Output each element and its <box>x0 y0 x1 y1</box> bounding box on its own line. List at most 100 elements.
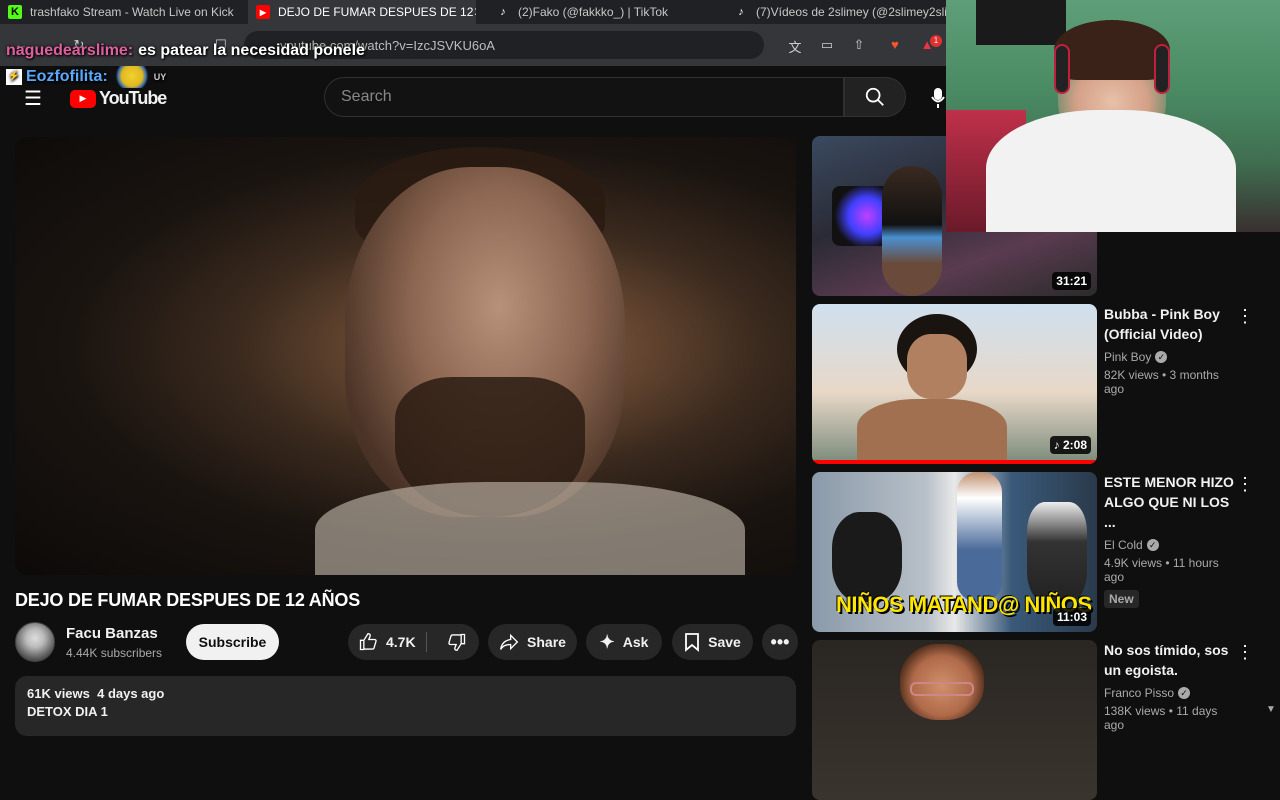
verified-icon: ✓ <box>1146 539 1159 551</box>
minion-emote <box>111 66 152 88</box>
video-duration: 31:21 <box>1052 272 1091 290</box>
recommendation-meta[interactable]: ESTE MENOR HIZO ALGO QUE NI LOS ... El C… <box>1104 472 1234 608</box>
recommendation-channel[interactable]: Franco Pisso <box>1104 686 1174 700</box>
wall-poster <box>976 0 1066 45</box>
new-badge: New <box>1104 590 1139 608</box>
streamer-shirt <box>986 110 1236 232</box>
chat-text: es patear la necesidad ponele <box>138 42 365 59</box>
sparkle-icon: ✦ <box>599 631 615 652</box>
ask-button[interactable]: ✦ Ask <box>586 624 662 660</box>
verified-icon: ✓ <box>1155 351 1168 363</box>
more-actions-button[interactable]: ••• <box>762 624 798 660</box>
watch-progress-bar <box>812 460 1097 464</box>
chat-message: naguedearslime: es patear la necesidad p… <box>6 40 460 62</box>
tiktok-icon: ♪ <box>738 6 744 18</box>
thumbnail-figure <box>832 512 902 602</box>
save-button[interactable]: Save <box>672 624 753 660</box>
brave-shield-icon[interactable]: ♥ <box>886 37 904 53</box>
streamer-hair <box>1054 20 1170 80</box>
recommendation-meta[interactable]: No sos tímido, sos un egoista. Franco Pi… <box>1104 640 1234 732</box>
search-icon <box>865 87 884 106</box>
subscribe-button[interactable]: Subscribe <box>186 624 279 660</box>
kick-icon: K <box>8 5 22 19</box>
tab-youtube[interactable]: ▶ DEJO DE FUMAR DESPUES DE 12 ✕ <box>248 0 476 24</box>
webcam-overlay <box>946 0 1280 232</box>
verified-icon: ✓ <box>1178 687 1191 699</box>
save-label: Save <box>708 634 741 650</box>
chat-flag-badge: UY <box>153 72 167 82</box>
duration-text: 2:08 <box>1062 438 1087 452</box>
recommendation-thumbnail[interactable]: NIÑOS MATAND@ NIÑOS 11:03 <box>812 472 1097 632</box>
chat-overlay: naguedearslime: es patear la necesidad p… <box>0 40 460 100</box>
thumbnail-glasses <box>910 682 974 696</box>
chat-username: naguedearslime: <box>6 42 134 59</box>
notification-badge: 1 <box>930 35 942 47</box>
ask-label: Ask <box>622 634 649 650</box>
video-title: DEJO DE FUMAR DESPUES DE 12 AÑOS <box>15 590 361 610</box>
recommendation-channel[interactable]: El Cold <box>1104 538 1143 552</box>
like-button[interactable]: 4.7K <box>358 632 427 652</box>
recommendation-meta[interactable]: Bubba - Pink Boy (Official Video) Pink B… <box>1104 304 1234 396</box>
channel-avatar[interactable] <box>15 622 55 662</box>
recommendation-title[interactable]: ESTE MENOR HIZO ALGO QUE NI LOS ... <box>1104 472 1234 532</box>
thumbnail-figure <box>882 166 942 296</box>
recommendation-thumbnail[interactable]: ♪ 2:08 <box>812 304 1097 464</box>
tab-kick[interactable]: K trashfako Stream - Watch Live on Kick <box>0 0 240 24</box>
kebab-menu-icon[interactable]: ⋮ <box>1236 306 1254 326</box>
recommendation-channel[interactable]: Pink Boy <box>1104 350 1151 364</box>
dislike-button[interactable] <box>447 632 467 652</box>
recommendation-views: 4.9K views • 11 hours ago <box>1104 556 1219 584</box>
chat-badge-icon: ⚡ <box>6 69 22 85</box>
cast-icon[interactable]: ▭ <box>818 37 836 53</box>
chat-message: ⚡ Eozfofilita: UY <box>6 66 460 88</box>
kebab-menu-icon[interactable]: ⋮ <box>1236 474 1254 494</box>
tab-label: (2)Fako (@fakkko_) | TikTok <box>518 5 668 19</box>
video-frame-shirt <box>315 482 745 575</box>
recommendation-title[interactable]: No sos tímido, sos un egoista. <box>1104 640 1234 680</box>
tab-tiktok-2slimey[interactable]: ♪ (7)Vídeos de 2slimey (@2slimey2slim <box>726 0 946 24</box>
microphone-button[interactable] <box>930 86 946 110</box>
tiktok-icon: ♪ <box>500 6 506 18</box>
video-player[interactable] <box>15 137 796 575</box>
tab-label: DEJO DE FUMAR DESPUES DE 12 <box>278 5 474 19</box>
share-icon[interactable]: ⇧ <box>850 37 868 53</box>
kebab-menu-icon[interactable]: ⋮ <box>1236 642 1254 662</box>
thumbnail-body <box>857 399 1007 464</box>
recommendation-thumbnail[interactable] <box>812 640 1097 800</box>
video-duration: 11:03 <box>1052 608 1091 626</box>
channel-name[interactable]: Facu Banzas <box>66 625 158 642</box>
scroll-down-icon[interactable]: ▼ <box>1266 704 1276 715</box>
bookmark-icon <box>685 633 700 652</box>
thumbnail-figure <box>1027 502 1087 602</box>
like-count: 4.7K <box>386 634 416 650</box>
thumbs-up-icon <box>359 632 377 651</box>
recommendation-views: 138K views • 11 days ago <box>1104 704 1218 732</box>
recommendation-views: 82K views • 3 months ago <box>1104 368 1219 396</box>
more-horizontal-icon: ••• <box>770 631 790 652</box>
youtube-icon: ▶ <box>256 5 270 19</box>
thumbnail-face <box>907 334 967 399</box>
share-label: Share <box>527 634 566 650</box>
headphones-icon <box>1154 44 1170 94</box>
close-icon[interactable]: ✕ <box>473 5 476 19</box>
thumbnail-figure <box>957 472 1002 602</box>
tab-label: trashfako Stream - Watch Live on Kick <box>30 5 234 19</box>
headphones-icon <box>1054 44 1070 94</box>
microphone-icon <box>931 88 945 108</box>
music-note-icon: ♪ <box>1053 438 1063 452</box>
share-arrow-icon <box>500 633 519 651</box>
tab-tiktok-fako[interactable]: ♪ (2)Fako (@fakkko_) | TikTok <box>488 0 720 24</box>
thumbs-down-icon <box>447 633 465 652</box>
video-duration: ♪ 2:08 <box>1049 436 1091 454</box>
subscriber-count: 4.44K subscribers <box>66 646 163 660</box>
share-button[interactable]: Share <box>488 624 577 660</box>
recommendation-title[interactable]: Bubba - Pink Boy (Official Video) <box>1104 304 1234 344</box>
search-button[interactable] <box>844 77 906 117</box>
views-and-date: 61K views 4 days ago <box>27 686 165 701</box>
chat-username: Eozfofilita: <box>26 68 108 85</box>
tab-label: (7)Vídeos de 2slimey (@2slimey2slim <box>756 5 946 19</box>
like-dislike-group: 4.7K <box>348 624 479 660</box>
description-box[interactable]: 61K views 4 days ago DETOX DIA 1 <box>15 676 796 736</box>
translate-icon[interactable]: 文 <box>786 37 804 55</box>
description-text: DETOX DIA 1 <box>27 704 108 719</box>
